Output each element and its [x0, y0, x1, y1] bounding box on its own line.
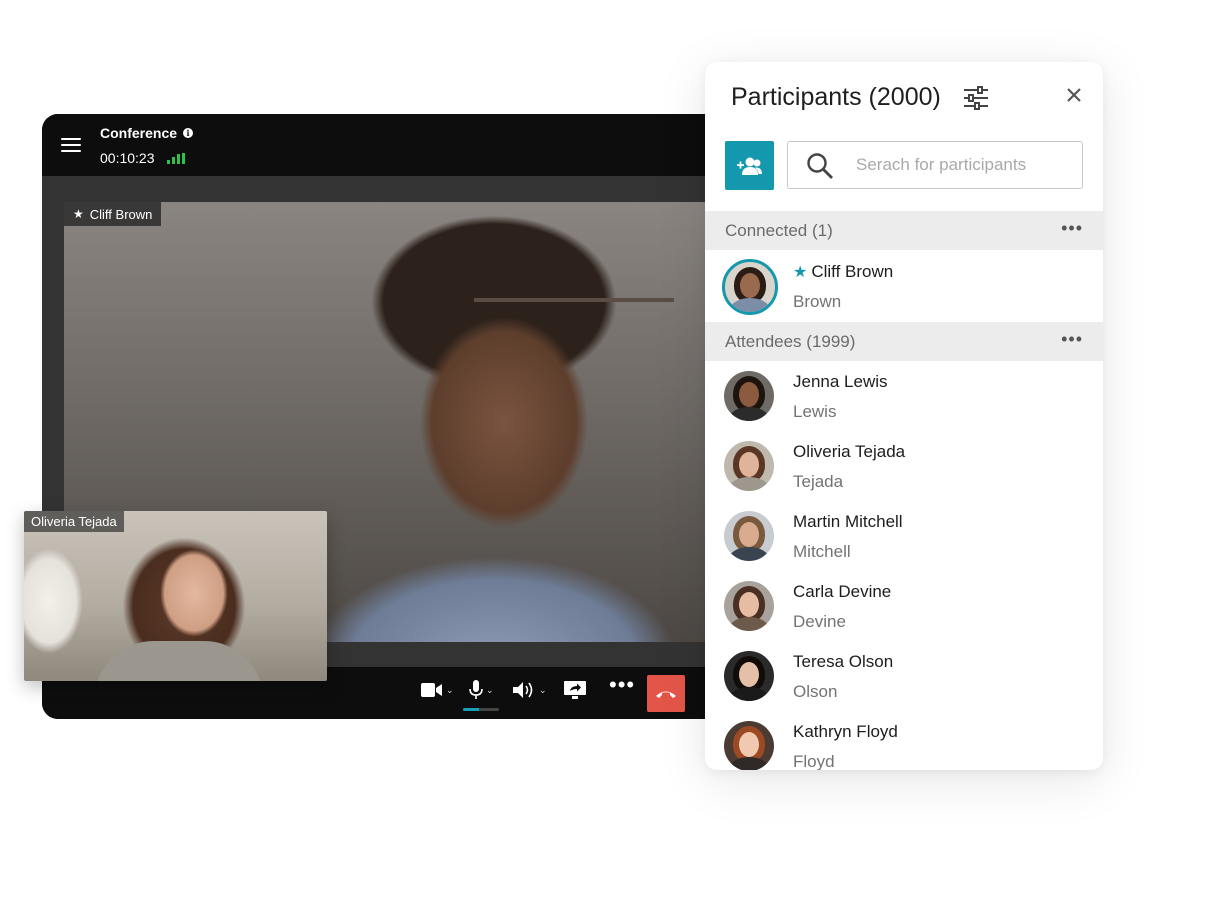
sliders-icon[interactable]	[963, 86, 989, 110]
conference-timer-row: 00:10:23	[100, 150, 185, 166]
more-options-button[interactable]: •••	[609, 672, 636, 697]
connected-section-header[interactable]: Connected (1) •••	[705, 211, 1103, 250]
attendees-section-label: Attendees (1999)	[725, 332, 856, 351]
panel-title: Participants (2000)	[731, 83, 941, 111]
conference-title: Conference	[100, 125, 178, 141]
participant-name: Jenna Lewis	[793, 372, 888, 391]
conference-header: Conference i 00:10:23	[42, 114, 742, 176]
avatar	[724, 721, 774, 770]
participant-subtitle: Olson	[793, 682, 838, 701]
participants-panel: Participants (2000) Connected (1) •••	[705, 62, 1103, 770]
hangup-button[interactable]	[647, 675, 685, 712]
info-icon[interactable]: i	[183, 128, 194, 138]
participant-row[interactable]: Carla Devine Devine	[705, 571, 1103, 641]
chevron-down-icon[interactable]: ⌄	[539, 685, 547, 696]
attendees-section-header[interactable]: Attendees (1999) •••	[705, 322, 1103, 361]
speaker-label: ★ Cliff Brown	[64, 202, 162, 226]
participant-subtitle: Brown	[793, 292, 842, 311]
participant-subtitle: Floyd	[793, 752, 835, 770]
self-view-figure	[94, 641, 264, 681]
microphone-icon	[469, 680, 483, 699]
chevron-down-icon[interactable]: ⌄	[446, 685, 454, 696]
screen-share-button[interactable]	[563, 679, 587, 701]
self-view-video[interactable]: Oliveria Tejada	[24, 511, 327, 681]
participant-name: Oliveria Tejada	[793, 442, 906, 461]
avatar	[724, 371, 774, 421]
camera-icon	[421, 683, 442, 697]
menu-icon[interactable]	[61, 138, 81, 152]
speaker-icon	[513, 682, 533, 698]
speaker-toggle[interactable]: ⌄	[512, 679, 547, 701]
presenter-star-icon: ★	[793, 264, 808, 281]
more-icon[interactable]: •••	[1061, 329, 1083, 350]
add-participant-icon	[736, 157, 762, 175]
mic-level-meter	[463, 708, 499, 711]
participant-subtitle: Devine	[793, 612, 846, 631]
hangup-icon	[656, 691, 676, 698]
background-shelf	[474, 298, 674, 302]
participant-name: Kathryn Floyd	[793, 722, 898, 741]
participant-row[interactable]: Jenna Lewis Lewis	[705, 361, 1103, 431]
call-timer: 00:10:23	[100, 150, 155, 166]
close-icon[interactable]	[1065, 86, 1083, 104]
participant-name: Martin Mitchell	[793, 512, 903, 531]
participant-row[interactable]: Teresa Olson Olson	[705, 641, 1103, 711]
add-participant-button[interactable]	[725, 141, 774, 190]
screen-share-icon	[564, 681, 586, 699]
speaker-name: Cliff Brown	[89, 206, 153, 222]
search-input[interactable]	[856, 142, 1076, 188]
participant-subtitle: Lewis	[793, 402, 837, 421]
camera-toggle[interactable]: ⌄	[421, 679, 454, 701]
star-icon: ★	[73, 207, 84, 221]
avatar	[724, 511, 774, 561]
signal-icon	[166, 152, 185, 164]
avatar	[724, 441, 774, 491]
more-icon: •••	[609, 672, 636, 697]
participant-row[interactable]: Oliveria Tejada Tejada	[705, 431, 1103, 501]
avatar	[724, 651, 774, 701]
participant-name: ★ Cliff Brown	[793, 262, 894, 281]
participant-name: Carla Devine	[793, 582, 892, 601]
conference-title-row: Conference i	[100, 125, 194, 141]
participant-row[interactable]: Martin Mitchell Mitchell	[705, 501, 1103, 571]
self-view-label: Oliveria Tejada	[24, 511, 124, 532]
participant-row[interactable]: Kathryn Floyd Floyd	[705, 711, 1103, 770]
search-box	[787, 141, 1083, 189]
mic-level-fill	[463, 708, 480, 711]
connected-section-label: Connected (1)	[725, 221, 833, 240]
participant-name: Teresa Olson	[793, 652, 894, 671]
participant-row-cliff-brown[interactable]: ★ Cliff Brown Brown	[705, 251, 1103, 321]
search-icon	[807, 153, 833, 179]
more-icon[interactable]: •••	[1061, 218, 1083, 239]
participant-subtitle: Tejada	[793, 472, 844, 491]
avatar	[724, 581, 774, 631]
avatar	[722, 259, 778, 315]
participant-subtitle: Mitchell	[793, 542, 851, 561]
microphone-toggle[interactable]: ⌄	[469, 679, 494, 701]
chevron-down-icon[interactable]: ⌄	[486, 685, 494, 696]
